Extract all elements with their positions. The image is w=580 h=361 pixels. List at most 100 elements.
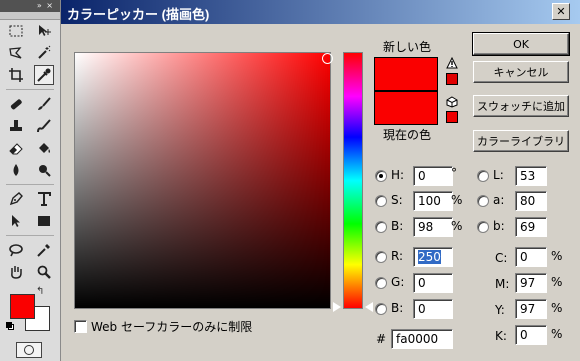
m-unit: %: [551, 275, 563, 289]
color-field-cursor[interactable]: [322, 53, 333, 64]
k-input[interactable]: 0: [515, 325, 547, 345]
notes-tool-icon[interactable]: [6, 240, 26, 260]
zoom-tool-icon[interactable]: [34, 262, 54, 282]
quick-mask-button[interactable]: [16, 342, 42, 358]
pen-tool-icon[interactable]: [6, 189, 26, 209]
clone-stamp-tool-icon[interactable]: [6, 116, 26, 136]
g-input[interactable]: 0: [413, 273, 453, 293]
hex-input[interactable]: fa0000: [391, 329, 453, 349]
y-unit: %: [551, 301, 563, 315]
r-label: R:: [391, 249, 404, 263]
close-button[interactable]: ✕: [552, 3, 570, 20]
new-color-swatch: [374, 57, 438, 91]
lasso-tool-icon[interactable]: [6, 43, 26, 63]
y-input[interactable]: 97: [515, 299, 547, 319]
rgb-b-radio[interactable]: [375, 303, 387, 315]
l-label: L:: [493, 168, 504, 182]
a-label: a:: [493, 193, 505, 207]
a-radio[interactable]: [477, 195, 489, 207]
new-color-label: 新しい色: [383, 40, 432, 54]
l-input[interactable]: 53: [515, 166, 547, 186]
b-input[interactable]: 98: [413, 217, 453, 237]
b-unit: %: [451, 219, 463, 233]
c-input[interactable]: 0: [515, 247, 547, 267]
websafe-color-swatch[interactable]: [446, 111, 458, 123]
cancel-button[interactable]: キャンセル: [473, 61, 569, 83]
c-unit: %: [551, 249, 563, 263]
move-tool-icon[interactable]: [34, 21, 54, 41]
gamut-warning-icon[interactable]: [446, 57, 458, 69]
web-safe-only-option[interactable]: Web セーフカラーのみに制限: [74, 318, 252, 335]
s-input[interactable]: 100: [413, 191, 453, 211]
crop-tool-icon[interactable]: [6, 65, 26, 85]
color-swatches: ↰: [6, 286, 56, 334]
add-to-swatches-button[interactable]: スウォッチに追加: [473, 95, 569, 117]
tools-panel: » × ↰: [0, 0, 61, 361]
b-radio[interactable]: [375, 221, 387, 233]
hue-slider[interactable]: [343, 52, 363, 309]
l-radio[interactable]: [477, 170, 489, 182]
h-unit: °: [451, 166, 457, 180]
s-label: S:: [391, 193, 403, 207]
dodge-tool-icon[interactable]: [34, 160, 54, 180]
s-radio[interactable]: [375, 195, 387, 207]
close-icon: ✕: [556, 5, 566, 18]
eyedropper-tool-icon[interactable]: [34, 65, 54, 85]
foreground-color-swatch[interactable]: [10, 294, 35, 319]
eraser-tool-icon[interactable]: [6, 138, 26, 158]
paint-bucket-tool-icon[interactable]: [34, 138, 54, 158]
k-label: K:: [495, 329, 507, 343]
rgb-b-label: B:: [391, 301, 404, 315]
quick-mask-icon: [24, 345, 34, 355]
gamut-color-swatch[interactable]: [446, 73, 458, 85]
web-safe-only-label: Web セーフカラーのみに制限: [91, 320, 253, 334]
title-bar[interactable]: カラーピッカー (描画色) ✕: [61, 0, 580, 24]
y-label: Y:: [495, 303, 505, 317]
marquee-tool-icon[interactable]: [6, 21, 26, 41]
ok-button[interactable]: OK: [472, 32, 570, 56]
rectangle-tool-icon[interactable]: [34, 211, 54, 231]
brush-tool-icon[interactable]: [34, 94, 54, 114]
rgb-b-input[interactable]: 0: [413, 299, 453, 319]
color-libraries-button[interactable]: カラーライブラリ: [473, 130, 569, 152]
history-brush-tool-icon[interactable]: [34, 116, 54, 136]
dialog-title: カラーピッカー (描画色): [67, 7, 210, 22]
default-colors-icon[interactable]: [6, 322, 16, 332]
g-label: G:: [391, 275, 405, 289]
lab-b-label: b:: [493, 219, 505, 233]
h-input[interactable]: 0: [413, 166, 453, 186]
current-color-swatch[interactable]: [374, 91, 438, 125]
hue-slider-marker-right[interactable]: [365, 302, 373, 312]
blur-tool-icon[interactable]: [6, 160, 26, 180]
type-tool-icon[interactable]: [34, 189, 54, 209]
lab-b-radio[interactable]: [477, 221, 489, 233]
tools-panel-header: » ×: [0, 0, 60, 12]
hand-tool-icon[interactable]: [6, 262, 26, 282]
magic-wand-tool-icon[interactable]: [34, 43, 54, 63]
hue-slider-marker-left[interactable]: [333, 302, 341, 312]
web-safe-only-checkbox[interactable]: [74, 320, 87, 333]
h-radio[interactable]: [375, 170, 387, 182]
r-input[interactable]: 250: [413, 247, 453, 267]
lab-b-input[interactable]: 69: [515, 217, 547, 237]
h-label: H:: [391, 168, 405, 182]
current-color-label: 現在の色: [383, 128, 432, 142]
path-selection-tool-icon[interactable]: [6, 211, 26, 231]
b-label: B:: [391, 219, 404, 233]
websafe-warning-icon[interactable]: [446, 96, 458, 108]
m-label: M:: [495, 277, 510, 291]
r-radio[interactable]: [375, 251, 387, 263]
g-radio[interactable]: [375, 277, 387, 289]
color-field[interactable]: [74, 52, 333, 309]
healing-brush-tool-icon[interactable]: [6, 94, 26, 114]
s-unit: %: [451, 193, 463, 207]
hex-label: #: [376, 332, 387, 346]
k-unit: %: [551, 327, 563, 341]
a-input[interactable]: 80: [515, 191, 547, 211]
eyedropper-2-tool-icon[interactable]: [34, 240, 54, 260]
color-picker-dialog: カラーピッカー (描画色) ✕ Web セーフカラーのみに制限 新しい色 現在の…: [61, 0, 580, 361]
m-input[interactable]: 97: [515, 273, 547, 293]
tools-panel-grip[interactable]: [0, 12, 60, 20]
swap-colors-icon[interactable]: ↰: [36, 286, 44, 297]
c-label: C:: [495, 251, 508, 265]
